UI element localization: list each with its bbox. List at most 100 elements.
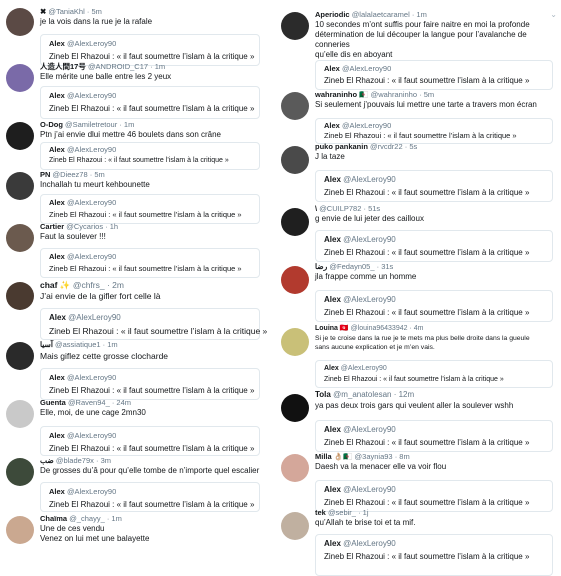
author-handle[interactable]: @m_anatolesan	[333, 390, 391, 399]
quoted-tweet[interactable]: Alex @AlexLeroy90 Zineb El Rhazoui : « i…	[40, 482, 260, 512]
avatar[interactable]	[6, 224, 34, 252]
author-name[interactable]: رضا	[315, 262, 327, 271]
avatar[interactable]	[6, 400, 34, 428]
avatar[interactable]	[6, 342, 34, 370]
tweet[interactable]: O-Dog @Samiletretour · 1m Ptn j’ai envie…	[0, 120, 268, 170]
tweet[interactable]: Cartier @Cycarios · 1h Faut la soulever …	[0, 222, 268, 280]
avatar[interactable]	[6, 458, 34, 486]
author-name[interactable]: \	[315, 204, 317, 213]
author-handle[interactable]: @3aynia93	[355, 452, 393, 461]
tweet[interactable]: tek @sebir_ · 1j qu’Allah te brise toi e…	[275, 506, 561, 576]
author-name[interactable]: puko pankanin	[315, 142, 368, 151]
author-handle[interactable]: @Samiletretour	[65, 120, 117, 129]
avatar[interactable]	[6, 64, 34, 92]
author-handle[interactable]: @rvcdr22	[370, 142, 403, 151]
author-name[interactable]: ضب	[40, 456, 54, 465]
quoted-tweet[interactable]: Alex @AlexLeroy90 Zineb El Rhazoui : « i…	[315, 534, 553, 576]
avatar[interactable]	[6, 516, 34, 544]
tweet[interactable]: puko pankanin @rvcdr22 · 5s J la taze Al…	[275, 142, 561, 202]
avatar[interactable]	[281, 12, 309, 40]
tweet[interactable]: Chaïma @_chayy_ · 1m Une de ces vendu Ve…	[0, 514, 268, 561]
quoted-tweet[interactable]: Alex @AlexLeroy90 Zineb El Rhazoui : « i…	[40, 308, 267, 340]
quoted-text: Zineb El Rhazoui : « il faut soumettre l…	[324, 376, 504, 383]
quoted-tweet[interactable]: Alex @AlexLeroy90 Zineb El Rhazoui : « i…	[40, 426, 260, 456]
author-name[interactable]: Milla 👌🏼🇩🇿	[315, 452, 352, 461]
timestamp: · 1m	[119, 120, 135, 129]
quoted-author-name: Alex	[49, 487, 65, 496]
tweet[interactable]: ضب @blade79x · 3m De grosses du’â pour q…	[0, 456, 268, 514]
author-handle[interactable]: @chfrs_	[73, 280, 105, 290]
author-handle[interactable]: @Cycarios	[66, 222, 103, 231]
avatar[interactable]	[281, 266, 309, 294]
quoted-tweet[interactable]: Alex @AlexLeroy90 Zineb El Rhazoui : « i…	[315, 118, 553, 144]
tweet[interactable]: chaf ✨ @chfrs_ · 2m J’ai envie de la gif…	[0, 280, 268, 340]
quoted-author-handle: @AlexLeroy90	[341, 64, 392, 73]
author-handle[interactable]: @lalalaetcaramel	[352, 10, 410, 19]
avatar[interactable]	[281, 328, 309, 356]
author-name[interactable]: O-Dog	[40, 120, 63, 129]
author-name[interactable]: Guenta	[40, 398, 66, 407]
tweet[interactable]: Milla 👌🏼🇩🇿 @3aynia93 · 8m Daesh va la me…	[275, 452, 561, 512]
tweet[interactable]: 人造人間17号 @ANDROID_C17 · 1m Elle mérite un…	[0, 62, 268, 120]
author-name[interactable]: آسيا	[40, 340, 53, 349]
author-name[interactable]: tek	[315, 508, 326, 517]
avatar[interactable]	[6, 282, 34, 310]
quoted-tweet[interactable]: Alex @AlexLeroy90 Zineb El Rhazoui : « i…	[315, 360, 553, 388]
tweet-text: jla frappe comme un homme	[315, 272, 417, 281]
tweet[interactable]: Louina 🇹🇳 @louina96433942 · 4m Si je te …	[275, 324, 561, 388]
tweet[interactable]: Guenta @Raven94_ · 24m Elle, moi, de une…	[0, 398, 268, 456]
chevron-down-icon[interactable]: ⌄	[550, 10, 557, 19]
avatar[interactable]	[6, 8, 34, 36]
quoted-tweet[interactable]: Alex @AlexLeroy90 Zineb El Rhazoui : « i…	[315, 420, 553, 452]
author-handle[interactable]: @CUILP782	[319, 204, 361, 213]
avatar[interactable]	[281, 208, 309, 236]
author-handle[interactable]: @wahraninho	[371, 90, 417, 99]
author-name[interactable]: Tola	[315, 390, 331, 399]
author-handle[interactable]: @Raven94_	[68, 398, 110, 407]
author-name[interactable]: Chaïma	[40, 514, 67, 523]
quoted-tweet[interactable]: Alex @AlexLeroy90 Zineb El Rhazoui : « i…	[40, 194, 260, 224]
author-name[interactable]: ✖	[40, 7, 46, 16]
author-name[interactable]: Aperiodic	[315, 10, 350, 19]
author-name[interactable]: Cartier	[40, 222, 64, 231]
tweet[interactable]: Tola @m_anatolesan · 12m ya pas deux tro…	[275, 390, 561, 452]
avatar[interactable]	[281, 454, 309, 482]
timestamp: · 5m	[86, 7, 102, 16]
quoted-tweet[interactable]: Alex @AlexLeroy90 Zineb El Rhazoui : « i…	[40, 142, 260, 170]
author-handle[interactable]: @Dieez78	[53, 170, 88, 179]
tweet[interactable]: Aperiodic @lalalaetcaramel · 1m 10 secon…	[275, 8, 561, 92]
author-handle[interactable]: @louina96433942	[351, 325, 408, 332]
tweet[interactable]: wahraninho 🇩🇿 @wahraninho · 5m Si seulem…	[275, 90, 561, 144]
quoted-tweet[interactable]: Alex @AlexLeroy90 Zineb El Rhazoui : « i…	[40, 248, 260, 278]
quoted-tweet[interactable]: Alex @AlexLeroy90 Zineb El Rhazoui : « i…	[315, 290, 553, 322]
author-handle[interactable]: @Fedayn05_	[329, 262, 374, 271]
author-handle[interactable]: @sebir_	[328, 508, 356, 517]
tweet[interactable]: \ @CUILP782 · 51s g envie de lui jeter d…	[275, 204, 561, 262]
author-name[interactable]: Louina 🇹🇳	[315, 325, 349, 332]
author-name[interactable]: PN	[40, 170, 50, 179]
author-handle[interactable]: @TaniaKhl	[48, 7, 84, 16]
author-handle[interactable]: @blade79x	[56, 456, 94, 465]
quoted-author-name: Alex	[324, 175, 341, 184]
author-name[interactable]: chaf ✨	[40, 280, 70, 290]
author-handle[interactable]: @_chayy_	[69, 514, 105, 523]
quoted-tweet[interactable]: Alex @AlexLeroy90 Zineb El Rhazoui : « i…	[315, 60, 553, 90]
author-handle[interactable]: @ANDROID_C17	[88, 62, 148, 71]
quoted-tweet[interactable]: Alex @AlexLeroy90 Zineb El Rhazoui : « i…	[315, 230, 553, 262]
quoted-tweet[interactable]: Alex @AlexLeroy90 Zineb El Rhazoui : « i…	[40, 86, 260, 119]
avatar[interactable]	[6, 172, 34, 200]
tweet[interactable]: رضا @Fedayn05_ · 31s jla frappe comme un…	[275, 262, 561, 322]
quoted-tweet[interactable]: Alex @AlexLeroy90 Zineb El Rhazoui : « i…	[40, 368, 260, 400]
tweet[interactable]: آسيا @assiatique1 · 1m Mais giflez cette…	[0, 340, 268, 400]
avatar[interactable]	[281, 146, 309, 174]
avatar[interactable]	[281, 92, 309, 120]
avatar[interactable]	[6, 122, 34, 150]
tweet[interactable]: PN @Dieez78 · 5m Inchallah tu meurt kehb…	[0, 170, 268, 224]
author-name[interactable]: 人造人間17号	[40, 62, 86, 71]
quoted-tweet[interactable]: Alex @AlexLeroy90 Zineb El Rhazoui : « i…	[315, 170, 553, 202]
avatar[interactable]	[281, 512, 309, 540]
avatar[interactable]	[281, 394, 309, 422]
author-handle[interactable]: @assiatique1	[55, 340, 101, 349]
tweet[interactable]: ✖ @TaniaKhl · 5m je la vois dans la rue …	[0, 4, 268, 66]
author-name[interactable]: wahraninho 🇩🇿	[315, 90, 369, 99]
